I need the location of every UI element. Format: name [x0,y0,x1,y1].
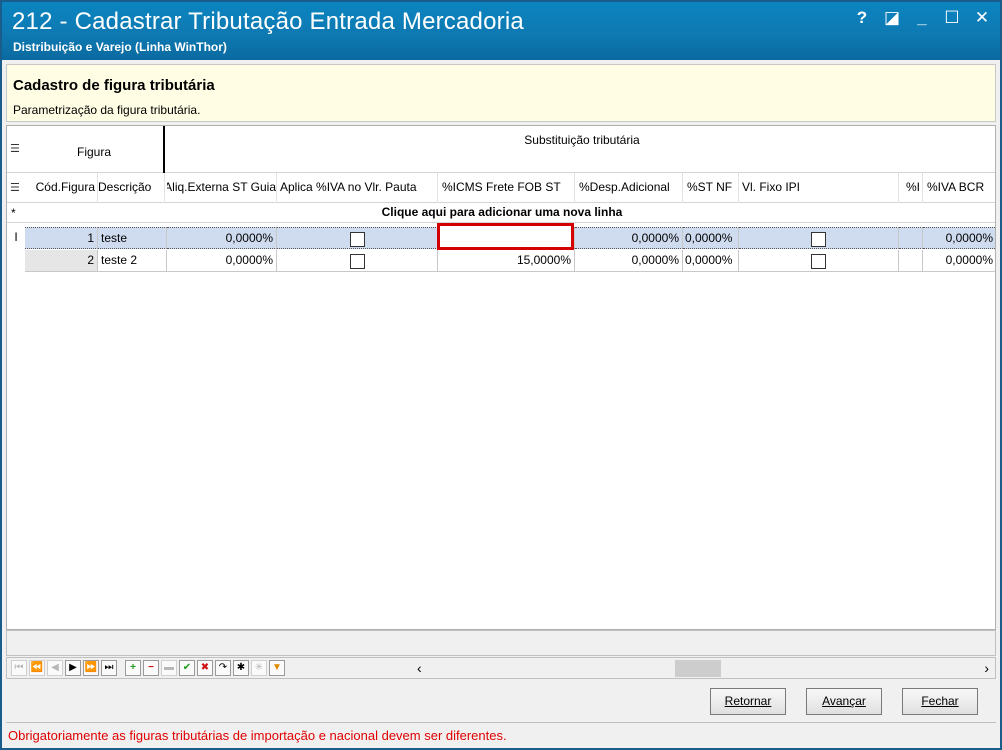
focused-cell-highlight[interactable] [437,223,574,250]
scroll-left-icon[interactable]: ‹ [417,660,422,676]
cell-iva-bcr[interactable]: 0,0000% [923,250,995,272]
column-chooser-icon[interactable]: ☰ [10,181,20,194]
grid-band-header: ☰ Figura Substituição tributária [7,126,995,173]
header-description: Parametrização da figura tributária. [13,103,201,117]
col-header-aliq-externa[interactable]: Aliq.Externa ST Guia [167,173,277,203]
cell-descricao[interactable]: teste 2 [98,250,167,272]
cell-aliq-externa[interactable]: 0,0000% [167,250,277,272]
scroll-right-icon[interactable]: › [984,660,989,676]
row-cursor-icon: I [14,230,18,244]
title-bar[interactable]: 212 - Cadastrar Tributação Entrada Merca… [2,2,1000,60]
aplica-iva-checkbox[interactable] [349,232,365,248]
filter-icon[interactable]: ▼ [269,660,285,676]
refresh-icon[interactable]: ↷ [215,660,231,676]
delete-record-icon[interactable]: − [143,660,159,676]
maximize-icon[interactable]: ☐ [944,8,960,28]
grid-summary-bar [6,630,996,656]
post-edit-icon[interactable]: ✔ [179,660,195,676]
cell-vl-fixo-ipi[interactable] [739,227,899,249]
col-header-cod-figura[interactable]: Cód.Figura [25,173,98,203]
col-header-aplica-iva[interactable]: Aplica %IVA no Vlr. Pauta [277,173,438,203]
vl-fixo-ipi-checkbox[interactable] [811,254,826,270]
window-subtitle: Distribuição e Varejo (Linha WinThor) [13,40,227,54]
horizontal-scrollbar[interactable] [437,660,977,677]
col-header-desp-adicional[interactable]: %Desp.Adicional [575,173,683,203]
main-window: 212 - Cadastrar Tributação Entrada Merca… [0,0,1002,750]
goto-bookmark-icon[interactable]: ✳ [251,660,267,676]
cell-pct-i[interactable] [899,227,923,249]
col-header-icms-frete[interactable]: %ICMS Frete FOB ST [438,173,575,203]
minimize-icon[interactable]: _ [914,8,930,28]
first-page-icon[interactable]: ⏮ [11,660,27,676]
col-header-st-nf[interactable]: %ST NF [683,173,739,203]
next-record-icon[interactable]: ▶ [65,660,81,676]
cell-cod-figura[interactable]: 2 [25,250,98,272]
fechar-button-label: Fechar [921,694,959,708]
cell-vl-fixo-ipi[interactable] [739,250,899,272]
col-header-iva-bcr[interactable]: %IVA BCR [923,173,995,203]
window-controls: ? ◪ _ ☐ ✕ [854,8,990,28]
fechar-button[interactable]: Fechar [902,688,978,715]
avancar-button-label: Avançar [822,694,866,708]
window-title: 212 - Cadastrar Tributação Entrada Merca… [12,8,524,35]
band-grip-icon[interactable]: ☰ [10,142,20,155]
close-icon[interactable]: ✕ [974,8,990,28]
cell-desp-adicional[interactable]: 0,0000% [575,250,683,272]
save-bookmark-icon[interactable]: ✱ [233,660,249,676]
band-figura: Figura [25,126,165,173]
header-title: Cadastro de figura tributária [13,77,215,94]
band-substituicao: Substituição tributária [524,133,640,147]
add-new-row-label: Clique aqui para adicionar uma nova linh… [381,205,623,219]
add-new-row[interactable]: * Clique aqui para adicionar uma nova li… [7,203,995,223]
status-message: Obrigatoriamente as figuras tributárias … [6,722,996,748]
cell-iva-bcr[interactable]: 0,0000% [923,227,995,249]
cell-st-nf[interactable]: 0,0000% [683,227,739,249]
cell-pct-i[interactable] [899,250,923,272]
retornar-button[interactable]: Retornar [710,688,786,715]
avancar-button[interactable]: Avançar [806,688,882,715]
cancel-edit-icon[interactable]: ✖ [197,660,213,676]
col-header-descricao[interactable]: Descrição [98,173,165,203]
grid-navigator: ⏮ ⏪ ◀ ▶ ⏩ ⏭ + − ▬ ✔ ✖ ↷ ✱ ✳ ▼ ‹ › [6,657,996,679]
help-icon[interactable]: ? [854,8,870,28]
add-record-icon[interactable]: + [125,660,141,676]
cell-icms-frete[interactable]: 15,0000% [438,250,575,272]
edit-record-icon[interactable]: ▬ [161,660,177,676]
grid-column-headers: ☰ Cód.Figura Descrição Aliq.Externa ST G… [7,173,995,203]
header-panel: Cadastro de figura tributária Parametriz… [6,64,996,122]
cell-aplica-iva[interactable] [277,227,438,249]
retornar-button-label: Retornar [724,694,772,708]
vl-fixo-ipi-checkbox[interactable] [811,232,826,248]
col-header-vl-fixo-ipi[interactable]: Vl. Fixo IPI [739,173,899,203]
cell-cod-figura[interactable]: 1 [25,227,98,249]
cell-aplica-iva[interactable] [277,250,438,272]
aplica-iva-checkbox[interactable] [349,254,365,270]
prev-page-icon[interactable]: ⏪ [29,660,45,676]
prev-record-icon[interactable]: ◀ [47,660,63,676]
cell-desp-adicional[interactable]: 0,0000% [575,227,683,249]
next-page-icon[interactable]: ⏩ [83,660,99,676]
cell-aliq-externa[interactable]: 0,0000% [167,227,277,249]
last-page-icon[interactable]: ⏭ [101,660,117,676]
restore-alt-icon[interactable]: ◪ [884,8,900,28]
new-row-star-icon: * [11,206,16,220]
table-row[interactable]: 2 teste 2 0,0000% 15,0000% 0,0000% 0,000… [7,250,995,272]
cell-st-nf[interactable]: 0,0000% [683,250,739,272]
scrollbar-thumb[interactable] [675,660,721,677]
tax-figure-grid[interactable]: ☰ Figura Substituição tributária ☰ Cód.F… [6,125,996,630]
col-header-pct-i[interactable]: %I [899,173,923,203]
cell-descricao[interactable]: teste [98,227,167,249]
